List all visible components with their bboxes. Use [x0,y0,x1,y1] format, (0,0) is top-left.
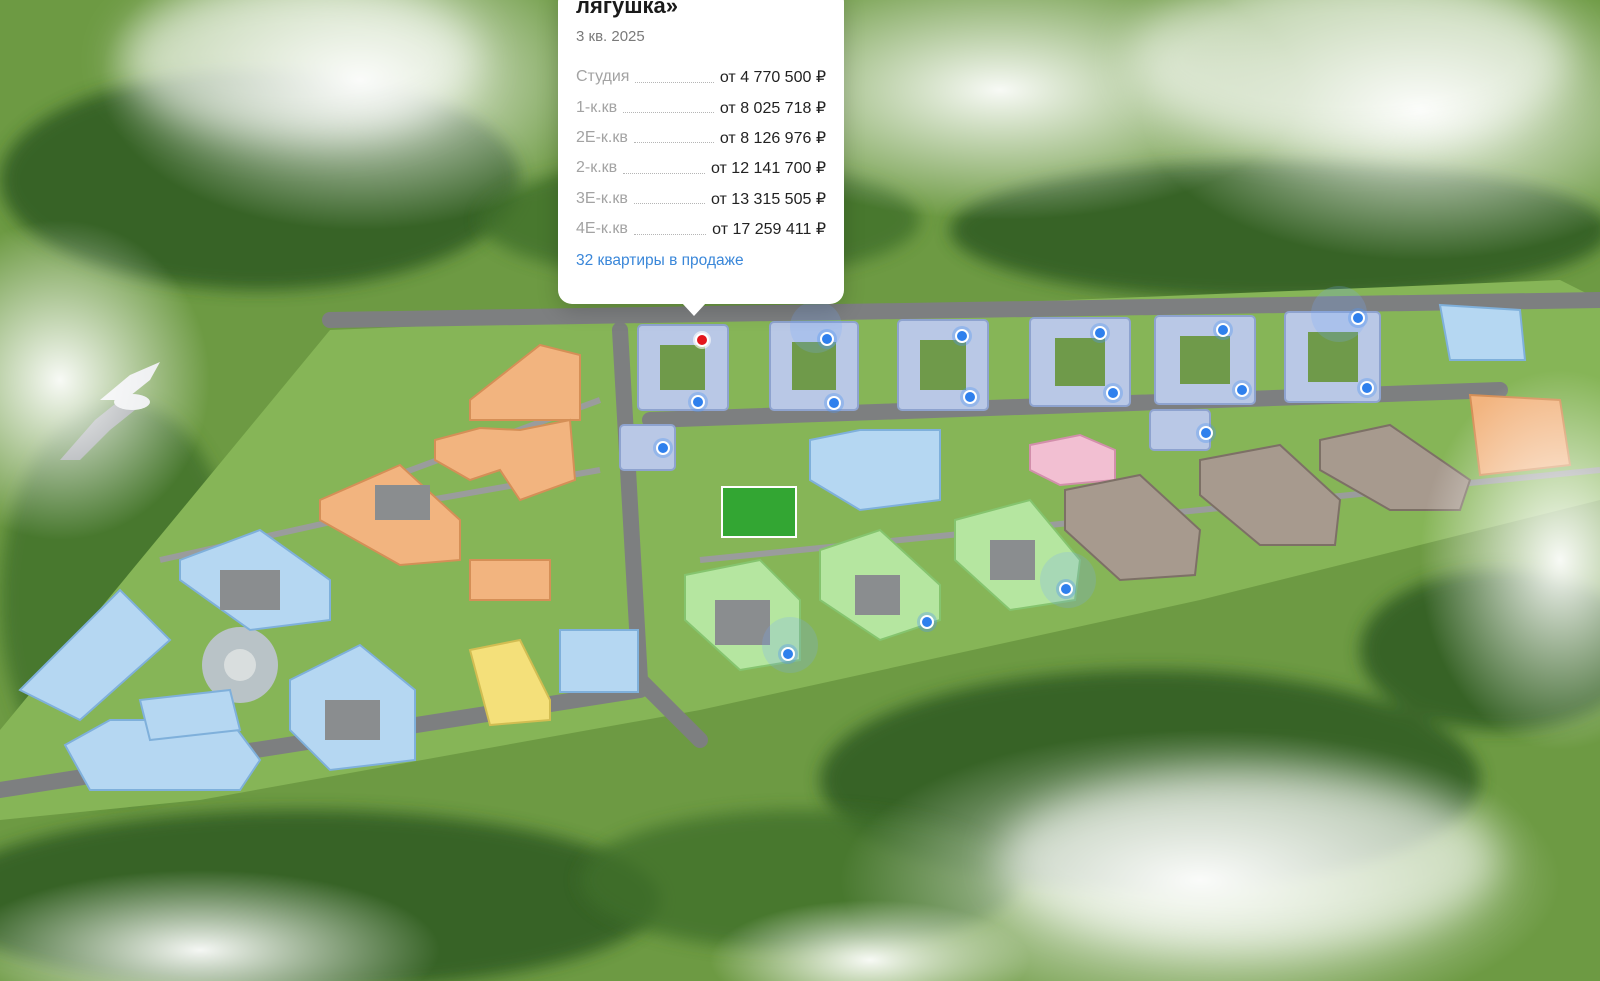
building-marker[interactable] [1235,383,1249,397]
building-marker[interactable] [781,647,795,661]
building-info-popup: лягушка» 3 кв. 2025 Студия от 4 770 500 … [558,0,844,316]
selected-building-marker[interactable] [695,333,709,347]
building-marker[interactable] [920,615,934,629]
building-marker[interactable] [955,329,969,343]
leader-dots [623,172,705,174]
apartment-price: от 17 259 411 ₽ [712,221,826,239]
apartment-type: 2-к.кв [576,159,618,177]
price-list: Студия от 4 770 500 ₽ 1-к.кв от 8 025 71… [576,62,826,244]
apartment-type: 1-к.кв [576,98,618,116]
marker-halo [1040,552,1096,608]
apartment-price: от 12 141 700 ₽ [710,160,826,178]
building-marker[interactable] [691,395,705,409]
apartments-on-sale-link[interactable]: 32 квартиры в продаже [576,252,744,270]
building-marker[interactable] [1106,386,1120,400]
building-marker[interactable] [963,390,977,404]
apartment-price: от 8 025 718 ₽ [719,99,826,117]
marker-halo [762,617,818,673]
price-row: 2Е-к.кв от 8 126 976 ₽ [576,123,826,153]
building-marker[interactable] [1351,311,1365,325]
apartment-price: от 4 770 500 ₽ [719,69,826,87]
price-row: Студия от 4 770 500 ₽ [576,62,826,92]
building-marker[interactable] [1199,426,1213,440]
building-marker[interactable] [827,396,841,410]
leader-dots [635,81,714,83]
building-title: лягушка» [576,0,679,18]
building-marker[interactable] [656,441,670,455]
delivery-date: 3 кв. 2025 [576,28,645,45]
price-row: 3Е-к.кв от 13 315 505 ₽ [576,184,826,214]
leader-dots [633,233,707,235]
leader-dots [623,112,714,114]
apartment-price: от 13 315 505 ₽ [710,190,826,208]
price-row: 4Е-к.кв от 17 259 411 ₽ [576,214,826,244]
building-marker[interactable] [1093,326,1107,340]
apartment-type: Студия [576,68,630,86]
leader-dots [633,142,714,144]
building-marker[interactable] [1059,582,1073,596]
apartment-type: 2Е-к.кв [576,128,628,146]
building-marker[interactable] [1216,323,1230,337]
marker-halo [790,301,842,353]
leader-dots [633,203,705,205]
building-marker[interactable] [820,332,834,346]
price-row: 2-к.кв от 12 141 700 ₽ [576,153,826,183]
building-marker[interactable] [1360,381,1374,395]
apartment-type: 4Е-к.кв [576,220,628,238]
apartment-type: 3Е-к.кв [576,189,628,207]
price-row: 1-к.кв от 8 025 718 ₽ [576,92,826,122]
apartment-price: от 8 126 976 ₽ [719,129,826,147]
